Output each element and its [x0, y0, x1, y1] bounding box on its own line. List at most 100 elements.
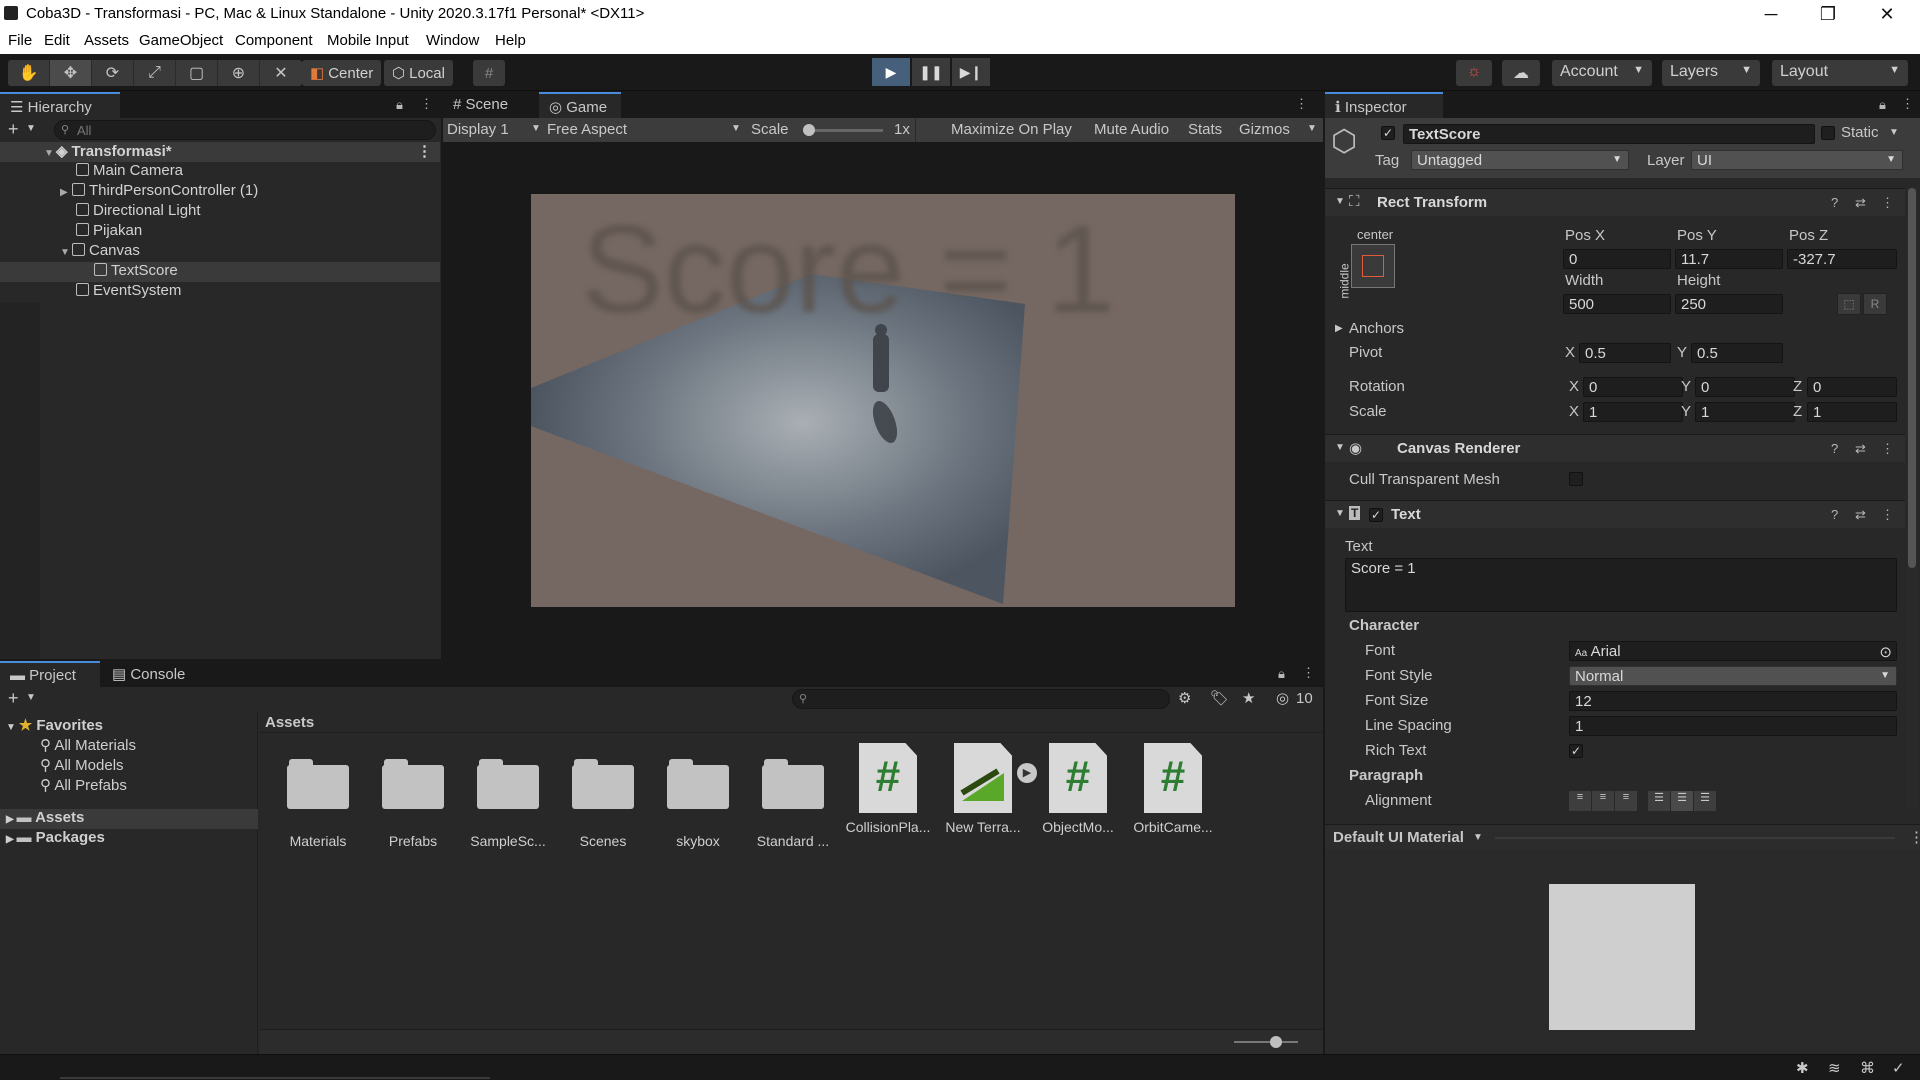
custom-tool-icon[interactable]: ✕ [260, 60, 302, 86]
menu-mobile-input[interactable]: Mobile Input [327, 32, 409, 49]
tab-project[interactable]: ▬ Project [0, 661, 100, 687]
tree-packages-item[interactable]: ▶ ▬ Packages [6, 829, 105, 846]
splitter-handle[interactable] [1495, 837, 1895, 839]
more-options-icon[interactable]: ⋮ [1295, 96, 1308, 112]
raw-edit-button[interactable]: R [1863, 293, 1887, 315]
font-style-dropdown[interactable]: Normal ▼ [1569, 666, 1897, 686]
minimize-button[interactable]: ─ [1748, 0, 1794, 29]
step-button[interactable]: ▶❙ [952, 58, 990, 86]
check-icon[interactable]: ✓ [1892, 1059, 1905, 1077]
cloud-button[interactable]: ☁ [1502, 60, 1540, 86]
move-tool-icon[interactable]: ✥ [50, 60, 92, 86]
material-preview-header[interactable]: Default UI Material ▼ ⋮ [1325, 824, 1920, 850]
help-icon[interactable]: ? [1831, 507, 1838, 522]
asset-orbitcamera[interactable]: # OrbitCame... [1127, 743, 1219, 835]
maximize-button[interactable]: ❐ [1805, 0, 1851, 29]
breadcrumb-assets[interactable]: Assets [265, 714, 314, 731]
object-picker-icon[interactable]: ⊙ [1879, 643, 1892, 660]
more-options-icon[interactable]: ⋮ [1302, 665, 1315, 681]
help-icon[interactable]: ? [1831, 441, 1838, 456]
tree-assets-item[interactable]: ▶ ▬ Assets [0, 809, 258, 829]
line-spacing-field[interactable]: 1 [1569, 716, 1897, 736]
play-button[interactable]: ▶ [872, 58, 910, 86]
favorite-all-prefabs[interactable]: ⚲ All Prefabs [40, 776, 127, 794]
more-options-icon[interactable]: ⋮ [1881, 441, 1894, 457]
hierarchy-item-pijakan[interactable]: Pijakan [0, 222, 440, 242]
filter-label-icon[interactable]: 🏷︎ [1210, 689, 1229, 707]
more-options-icon[interactable]: ⋮ [1901, 96, 1914, 112]
posx-field[interactable]: 0 [1563, 249, 1671, 269]
expand-arrow-icon[interactable]: ▼ [60, 247, 72, 258]
scale-z-field[interactable]: 1 [1807, 402, 1897, 422]
menu-gameobject[interactable]: GameObject [139, 32, 223, 49]
cull-transparent-checkbox[interactable] [1569, 472, 1583, 486]
aspect-dropdown[interactable]: Free Aspect ▼ [547, 121, 747, 138]
favorites-item[interactable]: ▼ ★ Favorites [6, 716, 103, 734]
text-value-area[interactable]: Score = 1 [1345, 558, 1897, 612]
gizmos-toggle[interactable]: Gizmos [1239, 121, 1290, 138]
rect-transform-header[interactable]: ▼ ⛶ Rect Transform ? ⇄ ⋮ [1325, 188, 1905, 216]
lock-icon[interactable]: 🔒︎ [1879, 97, 1886, 113]
asset-prefabs[interactable]: Prefabs [367, 757, 459, 849]
scale-slider-handle[interactable] [803, 124, 815, 136]
align-left-icon[interactable]: ≡ [1569, 791, 1591, 811]
tab-game[interactable]: ◎ Game [539, 92, 621, 118]
asset-scenes[interactable]: Scenes [557, 757, 649, 849]
pivot-y-field[interactable]: 0.5 [1691, 343, 1783, 363]
tab-hierarchy[interactable]: ☰ Hierarchy [0, 92, 120, 118]
anchor-preset-button[interactable] [1351, 244, 1395, 288]
height-field[interactable]: 250 [1675, 294, 1783, 314]
tab-scene[interactable]: # Scene [443, 92, 539, 118]
pivot-center-button[interactable]: ◧ Center [302, 60, 382, 86]
hierarchy-item-thirdperson[interactable]: ▶ ThirdPersonController (1) [0, 182, 440, 202]
font-size-field[interactable]: 12 [1569, 691, 1897, 711]
asset-new-terrain[interactable]: ▶ New Terra... [937, 743, 1037, 835]
add-icon[interactable]: + [8, 119, 19, 140]
pivot-local-button[interactable]: ⬡ Local [384, 60, 453, 86]
object-active-checkbox[interactable]: ✓ [1381, 126, 1395, 140]
add-icon[interactable]: + [8, 688, 19, 709]
favorite-all-models[interactable]: ⚲ All Models [40, 756, 124, 774]
chevron-down-icon[interactable]: ▼ [26, 123, 36, 134]
menu-component[interactable]: Component [235, 32, 313, 49]
scene-root-item[interactable]: ▼ ◈ Transformasi* ⋮ [0, 142, 440, 162]
align-middle-icon[interactable]: ☰ [1671, 791, 1693, 811]
more-options-icon[interactable]: ⋮ [1909, 828, 1920, 846]
game-viewport[interactable]: Score = 1 [531, 194, 1235, 607]
layer-dropdown[interactable]: UI ▼ [1691, 150, 1903, 170]
lock-icon[interactable]: 🔒︎ [396, 97, 403, 113]
chevron-down-icon[interactable]: ▼ [1889, 127, 1899, 138]
chevron-down-icon[interactable]: ▼ [1307, 123, 1317, 134]
chevron-down-icon[interactable]: ▼ [1335, 196, 1345, 207]
hierarchy-item-directional-light[interactable]: Directional Light [0, 202, 440, 222]
rotate-tool-icon[interactable]: ⟳ [92, 60, 134, 86]
hand-tool-icon[interactable]: ✋ [8, 60, 50, 86]
text-component-header[interactable]: ▼ T ✓ Text ? ⇄ ⋮ [1325, 500, 1905, 528]
scale-tool-icon[interactable]: ⤢ [134, 60, 176, 86]
maximize-on-play-toggle[interactable]: Maximize On Play [951, 121, 1072, 138]
hierarchy-item-eventsystem[interactable]: EventSystem [0, 282, 440, 302]
pause-button[interactable]: ❚❚ [912, 58, 950, 86]
layers-dropdown[interactable]: Layers ▼ [1662, 60, 1760, 86]
asset-standard-assets[interactable]: Standard ... [747, 757, 839, 849]
filter-type-icon[interactable]: ⚙ [1178, 689, 1191, 707]
star-icon[interactable]: ★ [1242, 689, 1255, 707]
chevron-down-icon[interactable]: ▼ [1335, 508, 1345, 519]
icon-size-slider-handle[interactable] [1270, 1036, 1282, 1048]
chevron-down-icon[interactable]: ▼ [1473, 832, 1483, 843]
canvas-renderer-header[interactable]: ▼ ◉ Canvas Renderer ? ⇄ ⋮ [1325, 434, 1905, 462]
project-search-input[interactable]: ⚲ [792, 689, 1170, 709]
display-dropdown[interactable]: Display 1 ▼ [447, 121, 543, 138]
more-options-icon[interactable]: ⋮ [417, 142, 432, 160]
object-name-field[interactable]: TextScore [1403, 124, 1815, 144]
align-center-icon[interactable]: ≡ [1592, 791, 1614, 811]
collab-button[interactable]: ☼ [1456, 60, 1492, 86]
hierarchy-item-textscore[interactable]: TextScore [0, 262, 440, 282]
rotation-x-field[interactable]: 0 [1583, 377, 1683, 397]
hidden-packages-icon[interactable]: ◎ [1276, 689, 1289, 707]
more-options-icon[interactable]: ⋮ [1881, 507, 1894, 523]
scale-slider-track[interactable] [803, 124, 883, 136]
account-dropdown[interactable]: Account ▼ [1552, 60, 1652, 86]
width-field[interactable]: 500 [1563, 294, 1671, 314]
lock-icon[interactable]: 🔒︎ [1278, 666, 1285, 682]
